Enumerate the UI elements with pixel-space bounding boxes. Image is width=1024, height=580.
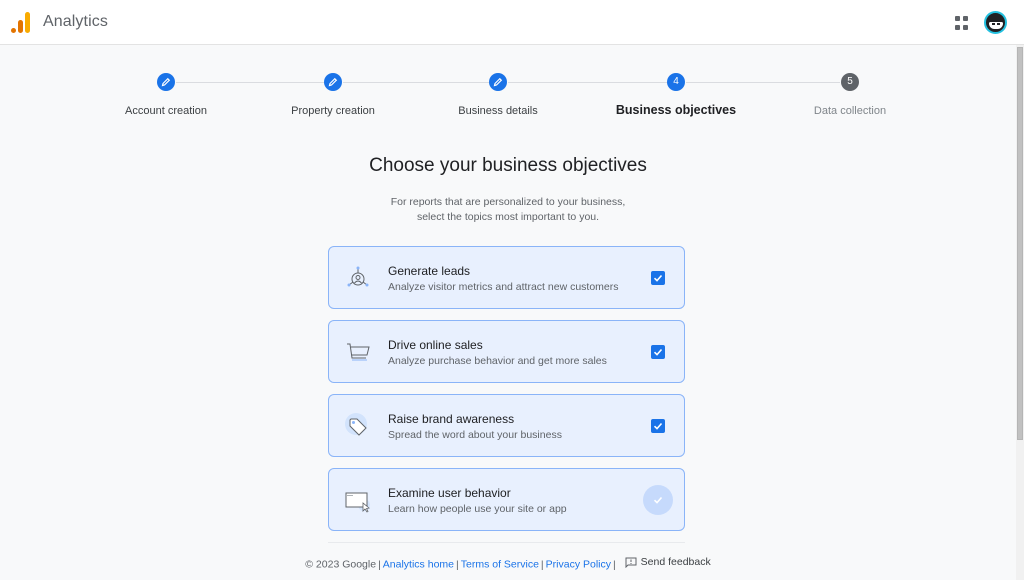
step-label: Account creation [125,105,207,117]
edit-pencil-icon [157,73,175,91]
privacy-policy-link[interactable]: Privacy Policy [546,559,611,571]
objective-checkbox[interactable] [643,485,673,515]
separator: | [378,558,381,571]
step-account-creation[interactable]: Account creation [86,70,246,117]
step-business-objectives[interactable]: 4 Business objectives [596,70,756,117]
top-app-bar: Analytics [0,0,1024,45]
objective-description: Learn how people use your site or app [388,503,567,515]
logo-bar-tall [25,12,30,33]
checkmark-icon [653,422,663,430]
step-label: Business objectives [615,103,737,117]
analytics-home-link[interactable]: Analytics home [383,559,454,571]
apps-grid-icon[interactable] [955,16,969,30]
account-avatar[interactable] [984,11,1007,34]
edit-pencil-icon [324,73,342,91]
step-data-collection: 5 Data collection [770,70,930,117]
footer-divider [328,542,685,543]
step-label: Property creation [291,105,375,117]
feedback-label: Send feedback [640,556,711,568]
objective-title: Raise brand awareness [388,412,515,426]
separator: | [613,558,616,571]
objective-title: Examine user behavior [388,486,511,500]
separator: | [456,558,459,571]
price-tag-icon [345,413,367,436]
feedback-icon [625,557,637,568]
scrollbar-thumb[interactable] [1017,47,1023,440]
objective-card-examine-user-behavior[interactable]: Examine user behavior Learn how people u… [328,468,685,531]
objective-checkbox[interactable] [651,345,665,359]
copyright: © 2023 Google [305,558,377,571]
footer: © 2023 Google | Analytics home | Terms of Se… [0,556,1016,571]
step-property-creation[interactable]: Property creation [253,70,413,117]
browser-cursor-icon [345,492,370,513]
app-title[interactable]: Analytics [43,13,108,31]
objective-checkbox[interactable] [651,271,665,285]
logo-bar-mid [18,20,23,33]
objective-card-raise-brand-awareness[interactable]: Raise brand awareness Spread the word ab… [328,394,685,457]
terms-of-service-link[interactable]: Terms of Service [461,559,539,571]
objective-card-drive-online-sales[interactable]: Drive online sales Analyze purchase beha… [328,320,685,383]
shopping-cart-icon [347,343,370,361]
objective-checkbox[interactable] [651,419,665,433]
checkmark-icon [653,274,663,282]
objective-description: Analyze purchase behavior and get more s… [388,355,607,367]
send-feedback-button[interactable]: Send feedback [625,556,711,568]
objective-description: Analyze visitor metrics and attract new … [388,281,619,293]
checkmark-icon [653,348,663,356]
objective-card-generate-leads[interactable]: Generate leads Analyze visitor metrics a… [328,246,685,309]
analytics-logo-icon[interactable] [11,12,31,33]
step-number: 4 [667,73,685,91]
description-line: For reports that are personalized to you… [390,196,626,208]
page-title: Choose your business objectives [369,155,647,176]
objective-title: Drive online sales [388,338,483,352]
checkmark-icon [653,496,663,504]
avatar-eye [992,23,995,25]
lead-target-icon [347,266,369,287]
step-label: Data collection [813,105,887,117]
objective-title: Generate leads [388,264,471,278]
page-description: For reports that are personalized to you… [0,195,1016,224]
edit-pencil-icon [489,73,507,91]
vertical-scrollbar[interactable] [1016,45,1024,580]
step-number: 5 [841,73,859,91]
separator: | [540,558,544,571]
step-label: Business details [458,105,538,117]
logo-dot [11,28,16,33]
objective-description: Spread the word about your business [388,429,562,441]
setup-stepper: Account creation Property creation Busin… [0,70,1016,120]
avatar-eye [997,23,1000,25]
step-business-details[interactable]: Business details [418,70,578,117]
description-line: select the topics most important to you. [416,210,600,223]
